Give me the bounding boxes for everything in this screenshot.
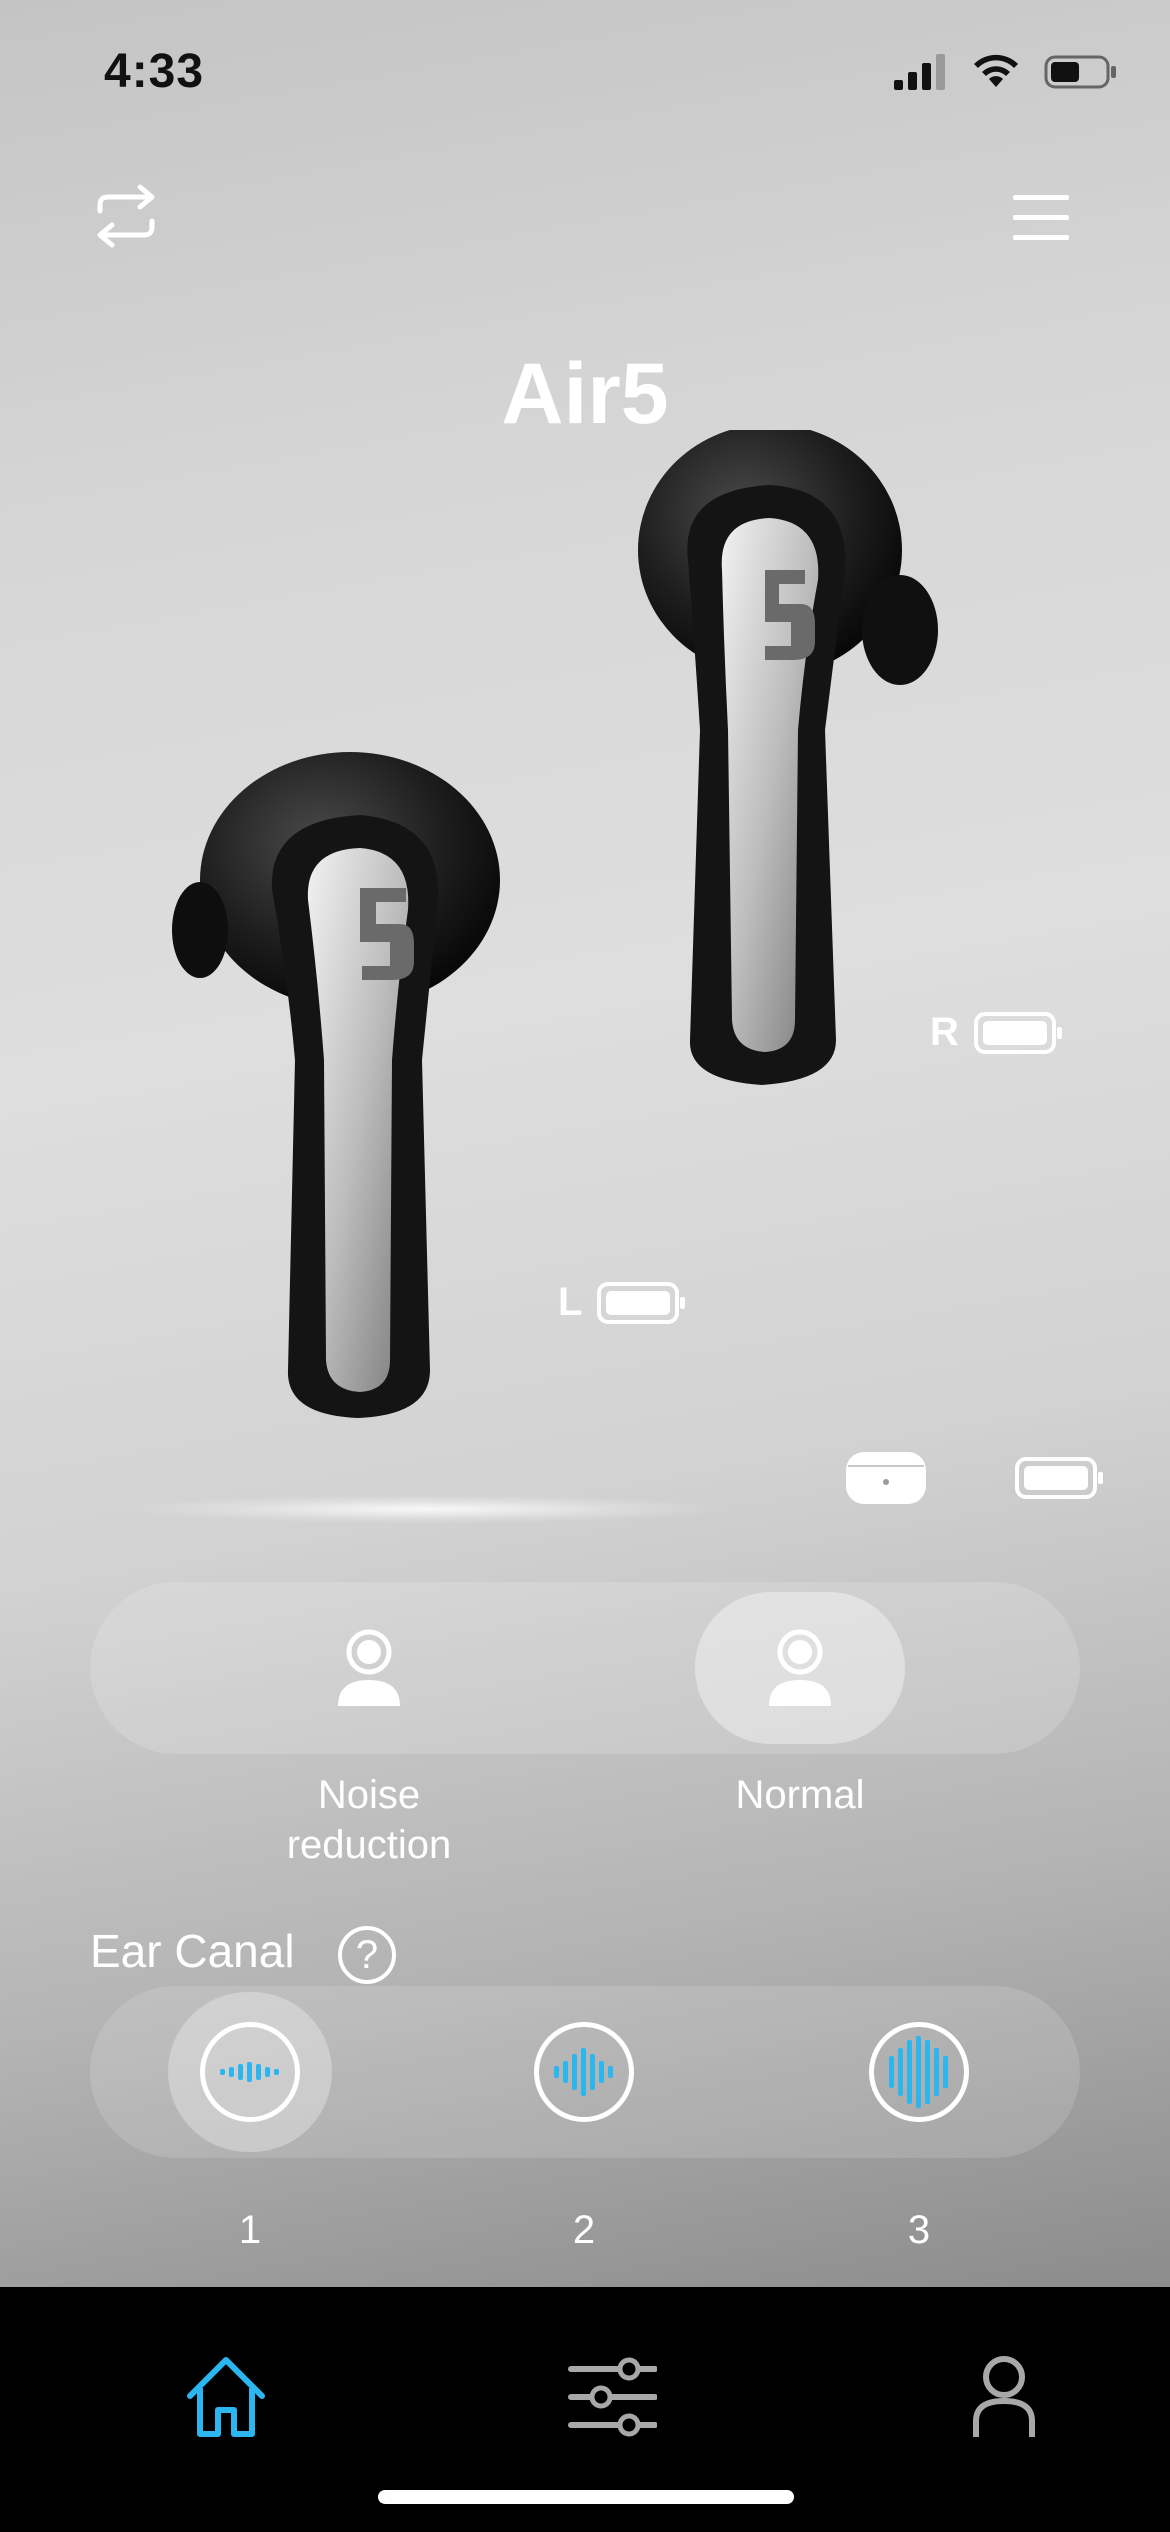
battery-icon [973,1011,1062,1054]
left-earbud-image [172,752,500,1418]
home-icon [187,2357,265,2437]
wifi-icon [974,54,1018,87]
battery-icon [597,1281,686,1324]
ear-canal-level-1-button[interactable] [200,2022,300,2122]
tab-bar [0,2287,1170,2532]
ear-canal-level-3-label: 3 [907,2208,931,2252]
normal-mode-button[interactable] [695,1592,905,1744]
ear-canal-level-2-label: 2 [572,2208,596,2252]
battery-status-icon [1044,55,1116,89]
ear-canal-level-1-label: 1 [238,2208,262,2252]
swap-arrows-icon [97,184,155,248]
tab-home[interactable] [176,2347,276,2447]
device-title: Air5 [501,346,669,442]
battery-icon [1015,1457,1103,1499]
ear-canal-label: Ear Canal [90,1925,295,1977]
left-battery: L [558,1280,688,1325]
person-icon [338,1629,400,1706]
menu-icon [1013,195,1069,240]
menu-button[interactable] [1004,182,1078,252]
noise-reduction-label: Noise reduction [286,1773,452,1867]
home-indicator [378,2490,794,2504]
help-icon[interactable]: ? [338,1926,396,1984]
tab-equalizer[interactable] [562,2347,662,2447]
status-time: 4:33 [104,45,205,98]
cellular-signal-icon [894,54,945,90]
ear-canal-level-2-button[interactable] [534,2022,634,2122]
left-battery-label: L [558,1280,583,1324]
person-icon [769,1629,831,1706]
soundwave-icon [889,2036,948,2108]
mode-selector [90,1582,1080,1754]
earbuds-shadow [130,1495,720,1523]
tab-profile[interactable] [954,2347,1054,2447]
sliders-icon [568,2357,657,2437]
status-icons [892,52,1118,92]
app-screen: 4:33 Air5 R L Noise reduction Normal Ear… [0,0,1170,2532]
normal-mode-label: Normal [735,1773,865,1817]
soundwave-icon [220,2062,279,2082]
charging-case-icon [846,1452,926,1504]
ear-canal-level-3-button[interactable] [869,2022,969,2122]
soundwave-icon [554,2048,613,2096]
right-earbud-image [638,430,938,1085]
noise-reduction-button[interactable] [264,1592,474,1744]
case-battery [846,1452,1106,1504]
right-battery-label: R [930,1010,959,1054]
switch-device-button[interactable] [86,176,166,256]
right-battery: R [930,1010,1065,1055]
person-icon [973,2356,1035,2437]
